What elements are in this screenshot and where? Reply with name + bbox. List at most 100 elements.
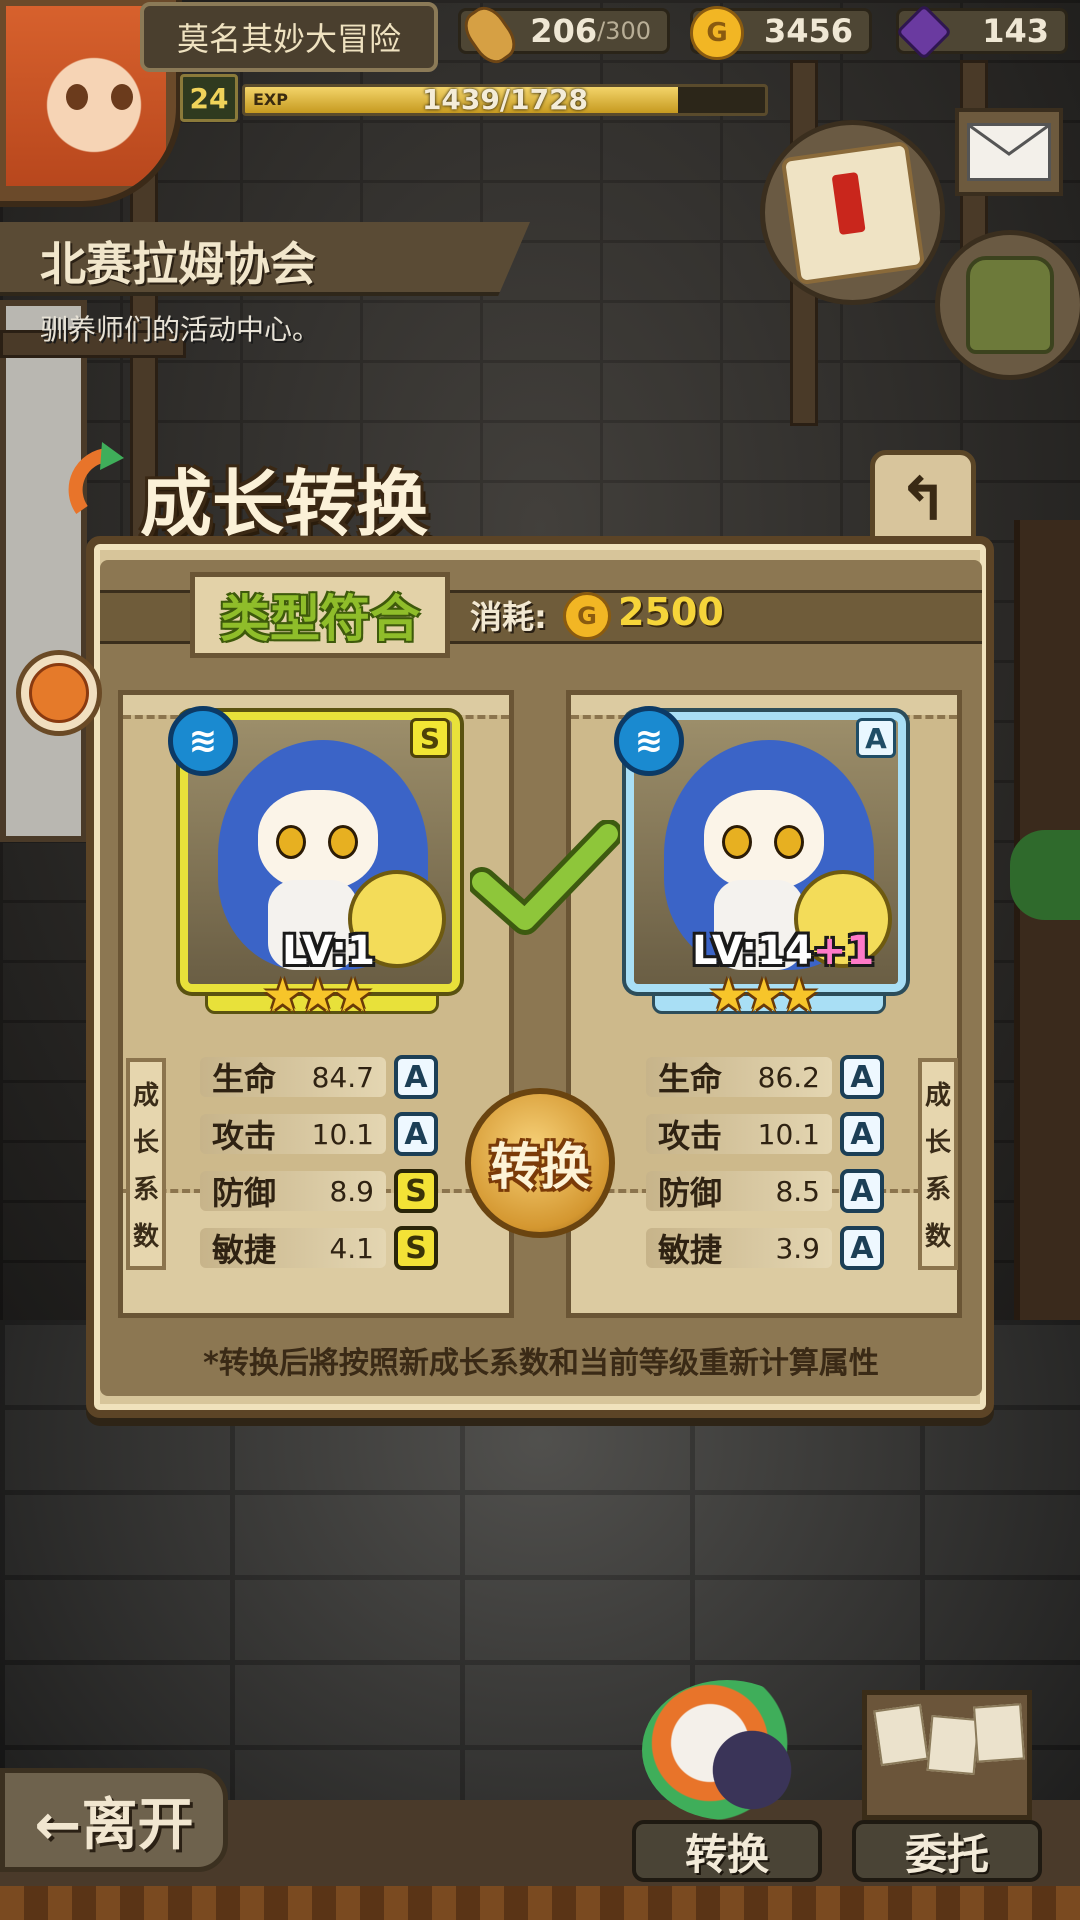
stamina-current: 206 xyxy=(530,12,598,50)
gold-coin-icon: G xyxy=(690,6,744,60)
growth-label-char: 数 xyxy=(132,1222,159,1252)
cost-label: 消耗: xyxy=(470,598,547,636)
left-stat-def: 防御 8.9 S xyxy=(200,1168,438,1214)
pet-eye xyxy=(276,825,306,859)
right-pet-rank: A xyxy=(856,718,896,758)
growth-label-char: 成 xyxy=(924,1081,951,1111)
pet-eye xyxy=(328,825,358,859)
bookshelf xyxy=(1014,520,1080,1320)
stat-name: 攻击 xyxy=(212,1117,277,1155)
exp-bar: EXP 1439/1728 xyxy=(242,84,768,116)
stat-value: 10.1 xyxy=(757,1117,820,1151)
stat-rank: A xyxy=(840,1112,884,1156)
mail-button[interactable] xyxy=(955,108,1063,196)
player-level: 24 xyxy=(180,74,238,122)
stat-box: 生命 84.7 xyxy=(200,1057,386,1098)
potted-plant xyxy=(1010,830,1080,920)
avatar-eye xyxy=(111,84,133,110)
convert-nav-label: 转换 xyxy=(632,1820,822,1882)
arrow-badge-icon xyxy=(29,663,89,723)
stat-name: 敏捷 xyxy=(212,1231,277,1269)
growth-label-char: 长 xyxy=(924,1128,951,1158)
cost-value: 2500 xyxy=(618,590,724,634)
right-pet-level-plus: +1 xyxy=(812,928,875,974)
stat-rank: S xyxy=(394,1169,438,1213)
stat-rank: A xyxy=(840,1169,884,1213)
stat-box: 攻击 10.1 xyxy=(200,1114,386,1155)
stat-value: 8.5 xyxy=(775,1174,820,1208)
stat-value: 84.7 xyxy=(311,1060,374,1094)
right-stat-hp: 生命 86.2 A xyxy=(646,1054,884,1100)
stat-name: 生命 xyxy=(658,1060,723,1098)
exp-text: 1439/1728 xyxy=(421,84,589,116)
stat-name: 敏捷 xyxy=(658,1231,723,1269)
gold-amount: 3456 xyxy=(763,12,853,50)
left-growth-label: 成 长 系 数 xyxy=(126,1058,166,1270)
notice-paper xyxy=(926,1715,980,1775)
convert-nav-button[interactable]: 转换 xyxy=(632,1680,822,1882)
check-mark-icon xyxy=(470,820,620,935)
notice-board-icon xyxy=(862,1690,1032,1820)
window xyxy=(0,300,87,842)
convert-arrows-icon xyxy=(68,442,124,515)
left-stat-agi: 敏捷 4.1 S xyxy=(200,1225,438,1271)
stat-name: 生命 xyxy=(212,1060,277,1098)
growth-label-char: 系 xyxy=(924,1175,951,1205)
bottom-trim xyxy=(0,1886,1080,1920)
quest-scroll-button[interactable] xyxy=(760,120,945,305)
type-match-tag: 类型符合 xyxy=(190,572,450,658)
convert-note: *转换后將按照新成长系数和当前等级重新计算属性 xyxy=(203,1346,879,1381)
stat-box: 敏捷 4.1 xyxy=(200,1228,386,1269)
back-button[interactable]: ↰ xyxy=(870,450,976,550)
water-element-icon: ≋ xyxy=(614,706,684,776)
cost-coin-icon: G xyxy=(563,592,611,640)
backpack-icon xyxy=(966,256,1054,354)
right-growth-label: 成 长 系 数 xyxy=(918,1058,958,1270)
backpack-button[interactable] xyxy=(935,230,1080,380)
stat-rank: S xyxy=(394,1226,438,1270)
envelope-icon xyxy=(967,123,1051,181)
right-stat-def: 防御 8.5 A xyxy=(646,1168,884,1214)
stat-box: 攻击 10.1 xyxy=(646,1114,832,1155)
exclamation-mark-icon xyxy=(831,171,866,235)
stat-name: 防御 xyxy=(212,1174,277,1212)
stat-value: 8.9 xyxy=(329,1174,374,1208)
convert-button[interactable]: 转换 xyxy=(465,1088,615,1238)
stat-value: 86.2 xyxy=(757,1060,820,1094)
pet-eye xyxy=(774,825,804,859)
right-stat-atk: 攻击 10.1 A xyxy=(646,1111,884,1157)
left-stat-hp: 生命 84.7 A xyxy=(200,1054,438,1100)
leave-button[interactable]: ←离开 xyxy=(0,1768,228,1872)
player-name: 莫名其妙大冒险 xyxy=(140,2,438,72)
growth-label-char: 系 xyxy=(132,1175,159,1205)
pet-eye xyxy=(722,825,752,859)
envelope-flap xyxy=(970,126,1048,156)
notice-paper xyxy=(873,1703,929,1767)
stat-box: 防御 8.9 xyxy=(200,1171,386,1212)
water-element-icon: ≋ xyxy=(168,706,238,776)
growth-label-char: 长 xyxy=(132,1128,159,1158)
stat-rank: A xyxy=(394,1112,438,1156)
growth-label-char: 成 xyxy=(132,1081,159,1111)
stat-name: 攻击 xyxy=(658,1117,723,1155)
stat-rank: A xyxy=(394,1055,438,1099)
notice-paper xyxy=(973,1703,1025,1763)
left-pet-rank: S xyxy=(410,718,450,758)
right-pet-stars: ★★★ xyxy=(708,968,820,1022)
left-stat-atk: 攻击 10.1 A xyxy=(200,1111,438,1157)
side-tab-button[interactable] xyxy=(16,650,102,736)
commission-nav-button[interactable]: 委托 xyxy=(852,1680,1042,1882)
avatar-eye xyxy=(66,84,88,110)
gem-amount: 143 xyxy=(982,12,1049,50)
panel-title: 成长转换 xyxy=(140,461,429,546)
growth-label-char: 数 xyxy=(924,1222,951,1252)
stat-value: 3.9 xyxy=(775,1231,820,1265)
stat-value: 4.1 xyxy=(329,1231,374,1265)
dark-pet-icon xyxy=(702,1720,802,1820)
stat-name: 防御 xyxy=(658,1174,723,1212)
commission-nav-label: 委托 xyxy=(852,1820,1042,1882)
stat-rank: A xyxy=(840,1226,884,1270)
stat-value: 10.1 xyxy=(311,1117,374,1151)
stat-box: 生命 86.2 xyxy=(646,1057,832,1098)
scroll-icon xyxy=(780,140,925,285)
